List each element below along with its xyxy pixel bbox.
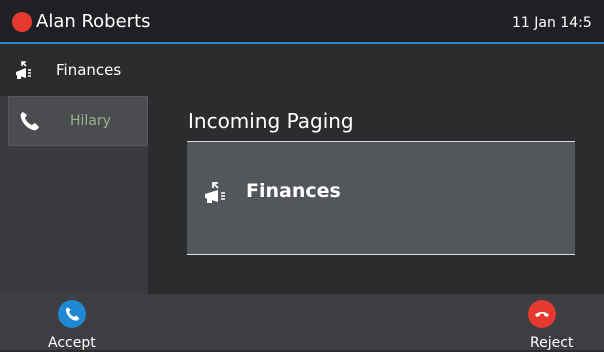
paging-group-bar: Finances bbox=[0, 44, 604, 96]
page-title: Incoming Paging bbox=[188, 109, 354, 133]
sidebar-item-hilary[interactable]: Hilary bbox=[8, 96, 148, 146]
incoming-paging-panel: Incoming Paging Finances bbox=[148, 96, 604, 294]
softkey-bar: Accept Reject bbox=[0, 294, 604, 351]
reject-button[interactable]: Reject bbox=[496, 294, 604, 351]
date-time: 11 Jan 14:5 bbox=[512, 15, 592, 31]
status-bar: Alan Roberts 11 Jan 14:5 bbox=[0, 0, 604, 44]
megaphone-icon bbox=[203, 182, 231, 204]
user-name: Alan Roberts bbox=[36, 11, 151, 32]
reject-label: Reject bbox=[530, 335, 574, 351]
sidebar-item-label: Hilary bbox=[70, 113, 111, 129]
phone-icon bbox=[18, 110, 40, 132]
paging-group-name: Finances bbox=[246, 180, 341, 202]
accept-label: Accept bbox=[48, 335, 96, 351]
line-sidebar: Hilary bbox=[0, 96, 148, 294]
megaphone-icon bbox=[14, 60, 36, 80]
presence-status-indicator bbox=[12, 12, 32, 32]
hang-up-icon bbox=[528, 300, 556, 328]
phone-icon bbox=[58, 300, 86, 328]
accept-button[interactable]: Accept bbox=[18, 294, 128, 351]
paging-group-label: Finances bbox=[56, 61, 122, 79]
paging-card: Finances bbox=[187, 141, 575, 255]
